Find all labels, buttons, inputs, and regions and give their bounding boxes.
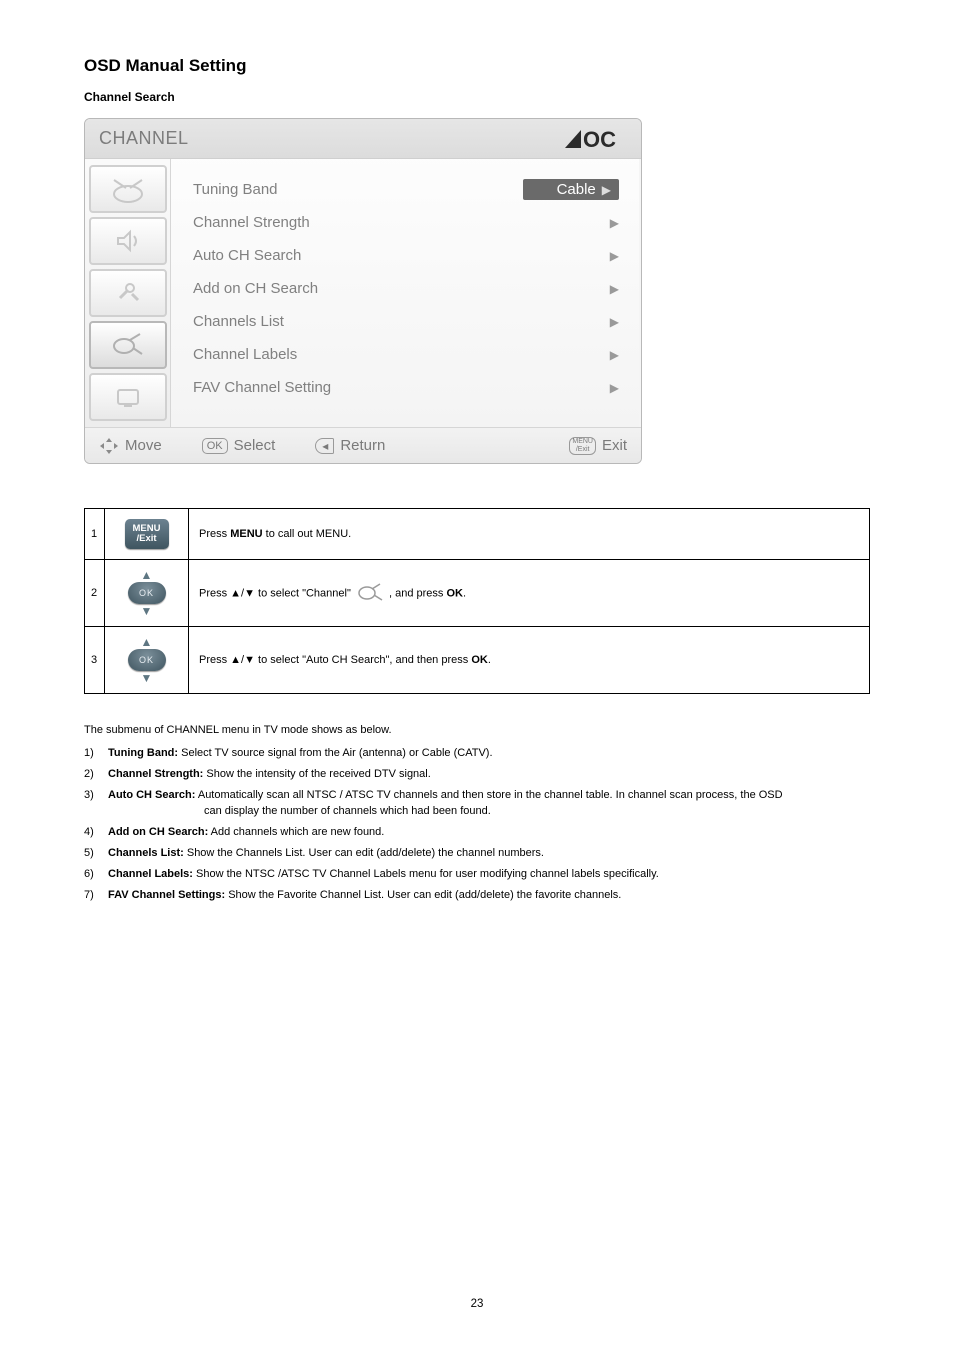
dpad-move-icon (99, 437, 119, 455)
satellite-icon (356, 581, 384, 606)
list-item: Tuning Band: Select TV source signal fro… (84, 746, 870, 762)
list-item: FAV Channel Settings: Show the Favorite … (84, 888, 870, 904)
step-description: Press ▲/▼ to select "Auto CH Search", an… (189, 627, 870, 694)
hint-exit: MENU/Exit Exit (569, 437, 627, 455)
step-number: 3 (85, 627, 105, 694)
step-button-cell: MENU/Exit (105, 509, 189, 560)
step-button-cell: ▲OK▼ (105, 560, 189, 627)
list-item: Channel Labels: Show the NTSC /ATSC TV C… (84, 867, 870, 883)
osd-row-value: ▶ (509, 315, 619, 329)
osd-row-auto-ch-search[interactable]: Auto CH Search ▶ (193, 239, 619, 272)
hint-label: Select (234, 437, 276, 454)
chevron-right-icon: ▶ (610, 282, 619, 296)
step-number: 1 (85, 509, 105, 560)
chevron-right-icon: ▶ (610, 216, 619, 230)
sidebar-tile-picture[interactable] (89, 165, 167, 213)
osd-footer: Move OK Select ◂ Return MENU/Exit Exit (85, 427, 641, 463)
osd-row-label: Tuning Band (193, 181, 278, 198)
sidebar-tile-audio[interactable] (89, 217, 167, 265)
osd-row-label: FAV Channel Setting (193, 379, 331, 396)
page-heading: OSD Manual Setting (84, 56, 870, 76)
brand-text: OC (583, 128, 616, 150)
list-item: Add on CH Search: Add channels which are… (84, 825, 870, 841)
sidebar-tile-parental[interactable] (89, 373, 167, 421)
dpad-ok-button-icon: ▲OK▼ (128, 637, 166, 683)
chevron-right-icon: ▶ (602, 183, 611, 197)
hint-label: Return (340, 437, 385, 454)
intro-text: The submenu of CHANNEL menu in TV mode s… (84, 724, 870, 736)
hint-label: Exit (602, 437, 627, 454)
osd-header: CHANNEL OC (85, 119, 641, 159)
osd-menu: Tuning Band Cable▶ Channel Strength ▶ Au… (171, 159, 641, 427)
steps-table: 1 MENU/Exit Press MENU to call out MENU.… (84, 508, 870, 694)
osd-row-value: ▶ (509, 249, 619, 263)
chevron-right-icon: ▶ (610, 315, 619, 329)
list-item: Channel Strength: Show the intensity of … (84, 767, 870, 783)
osd-row-label: Add on CH Search (193, 280, 318, 297)
osd-sidebar (85, 159, 171, 427)
osd-row-fav-channel-setting[interactable]: FAV Channel Setting ▶ (193, 371, 619, 404)
osd-row-value: ▶ (509, 348, 619, 362)
description-list: Tuning Band: Select TV source signal fro… (84, 746, 870, 904)
osd-panel: CHANNEL OC (84, 118, 642, 464)
step-description: Press ▲/▼ to select "Channel" , and pres… (189, 560, 870, 627)
brand-logo: OC (563, 128, 627, 150)
hint-move: Move (99, 437, 162, 455)
list-item: Auto CH Search: Automatically scan all N… (84, 788, 870, 820)
step-number: 2 (85, 560, 105, 627)
hint-select: OK Select (202, 437, 276, 454)
table-row: 3 ▲OK▼ Press ▲/▼ to select "Auto CH Sear… (85, 627, 870, 694)
table-row: 1 MENU/Exit Press MENU to call out MENU. (85, 509, 870, 560)
dpad-ok-button-icon: ▲OK▼ (128, 570, 166, 616)
osd-row-label: Channels List (193, 313, 284, 330)
hint-return: ◂ Return (315, 437, 385, 454)
sidebar-tile-channel[interactable] (89, 321, 167, 369)
osd-row-label: Auto CH Search (193, 247, 301, 264)
page-subheading: Channel Search (84, 90, 870, 104)
osd-row-value: Cable▶ (523, 179, 619, 200)
osd-row-value: ▶ (509, 216, 619, 230)
return-key-icon: ◂ (315, 438, 334, 454)
osd-row-channels-list[interactable]: Channels List ▶ (193, 305, 619, 338)
menu-exit-key-icon: MENU/Exit (569, 437, 596, 455)
osd-row-channel-strength[interactable]: Channel Strength ▶ (193, 206, 619, 239)
osd-row-tuning-band[interactable]: Tuning Band Cable▶ (193, 173, 619, 206)
menu-exit-button-icon: MENU/Exit (125, 519, 169, 549)
chevron-right-icon: ▶ (610, 348, 619, 362)
hint-label: Move (125, 437, 162, 454)
osd-row-value: ▶ (509, 282, 619, 296)
step-button-cell: ▲OK▼ (105, 627, 189, 694)
page-number: 23 (0, 1298, 954, 1310)
osd-body: Tuning Band Cable▶ Channel Strength ▶ Au… (85, 159, 641, 427)
osd-row-channel-labels[interactable]: Channel Labels ▶ (193, 338, 619, 371)
osd-row-label: Channel Strength (193, 214, 310, 231)
sidebar-tile-setup[interactable] (89, 269, 167, 317)
step-description: Press MENU to call out MENU. (189, 509, 870, 560)
osd-row-value: ▶ (509, 381, 619, 395)
chevron-right-icon: ▶ (610, 381, 619, 395)
osd-row-label: Channel Labels (193, 346, 297, 363)
table-row: 2 ▲OK▼ Press ▲/▼ to select "Channel" , a… (85, 560, 870, 627)
osd-row-add-on-ch-search[interactable]: Add on CH Search ▶ (193, 272, 619, 305)
osd-title: CHANNEL (99, 128, 189, 149)
list-item: Channels List: Show the Channels List. U… (84, 846, 870, 862)
chevron-right-icon: ▶ (610, 249, 619, 263)
ok-key-icon: OK (202, 438, 228, 454)
